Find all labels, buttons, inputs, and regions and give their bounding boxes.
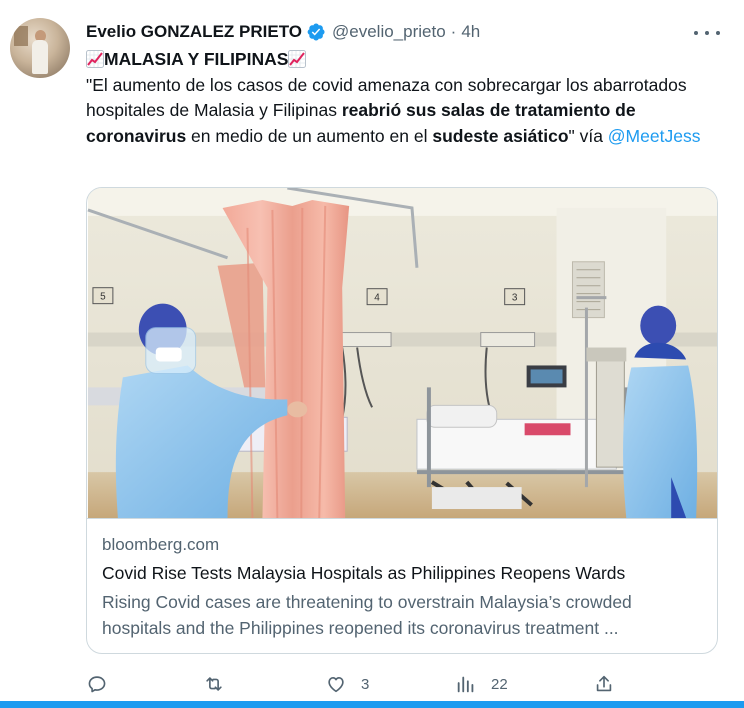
bed-number-sign: 3 [512, 293, 518, 304]
tweet-body-bold: sudeste asiático [432, 125, 569, 146]
views-count: 22 [491, 675, 508, 693]
tweet[interactable]: Evelio GONZALEZ PRIETO @evelio_prieto · … [0, 0, 744, 708]
tweet-body-part: en medio de un aumento en el [186, 125, 433, 146]
avatar[interactable] [10, 18, 70, 78]
bed-number-sign: 5 [100, 292, 106, 303]
link-card[interactable]: 5 4 3 bloomberg.com Covid Rise Tests Mal… [86, 187, 718, 654]
card-description: Rising Covid cases are threatening to ov… [102, 592, 632, 638]
tweet-text: MALASIA Y FILIPINAS "El aumento de los c… [86, 47, 726, 149]
mention-link[interactable]: @MeetJess [608, 126, 701, 146]
card-image[interactable]: 5 4 3 [87, 188, 718, 519]
timestamp[interactable]: 4h [461, 22, 480, 42]
share-button[interactable] [593, 670, 615, 698]
card-title[interactable]: Covid Rise Tests Malaysia Hospitals as P… [102, 563, 625, 584]
chart-increasing-icon [288, 50, 307, 68]
like-count: 3 [361, 675, 370, 693]
like-button[interactable]: 3 [325, 670, 369, 698]
views-icon [457, 676, 474, 693]
tweet-body-part: " vía [568, 125, 608, 146]
reply-icon [88, 676, 106, 693]
tweet-headline: MALASIA Y FILIPINAS [104, 49, 289, 69]
verified-badge-icon [307, 23, 325, 41]
separator-dot: · [450, 22, 457, 41]
author-handle[interactable]: @evelio_prieto [332, 22, 446, 42]
retweet-icon [206, 677, 222, 691]
share-icon [596, 675, 612, 692]
card-domain: bloomberg.com [102, 535, 220, 554]
tweet-header: Evelio GONZALEZ PRIETO @evelio_prieto · … [86, 20, 480, 44]
bed-number-sign: 4 [374, 293, 380, 304]
chart-increasing-icon [86, 50, 104, 68]
like-icon [328, 677, 344, 693]
retweet-button[interactable] [203, 670, 239, 698]
more-icon[interactable] [694, 24, 720, 42]
action-bar: 3 22 [86, 670, 626, 698]
author-name[interactable]: Evelio GONZALEZ PRIETO [86, 22, 302, 42]
bottom-accent-bar [0, 701, 744, 708]
views-button[interactable]: 22 [455, 670, 508, 698]
reply-button[interactable] [86, 670, 122, 698]
